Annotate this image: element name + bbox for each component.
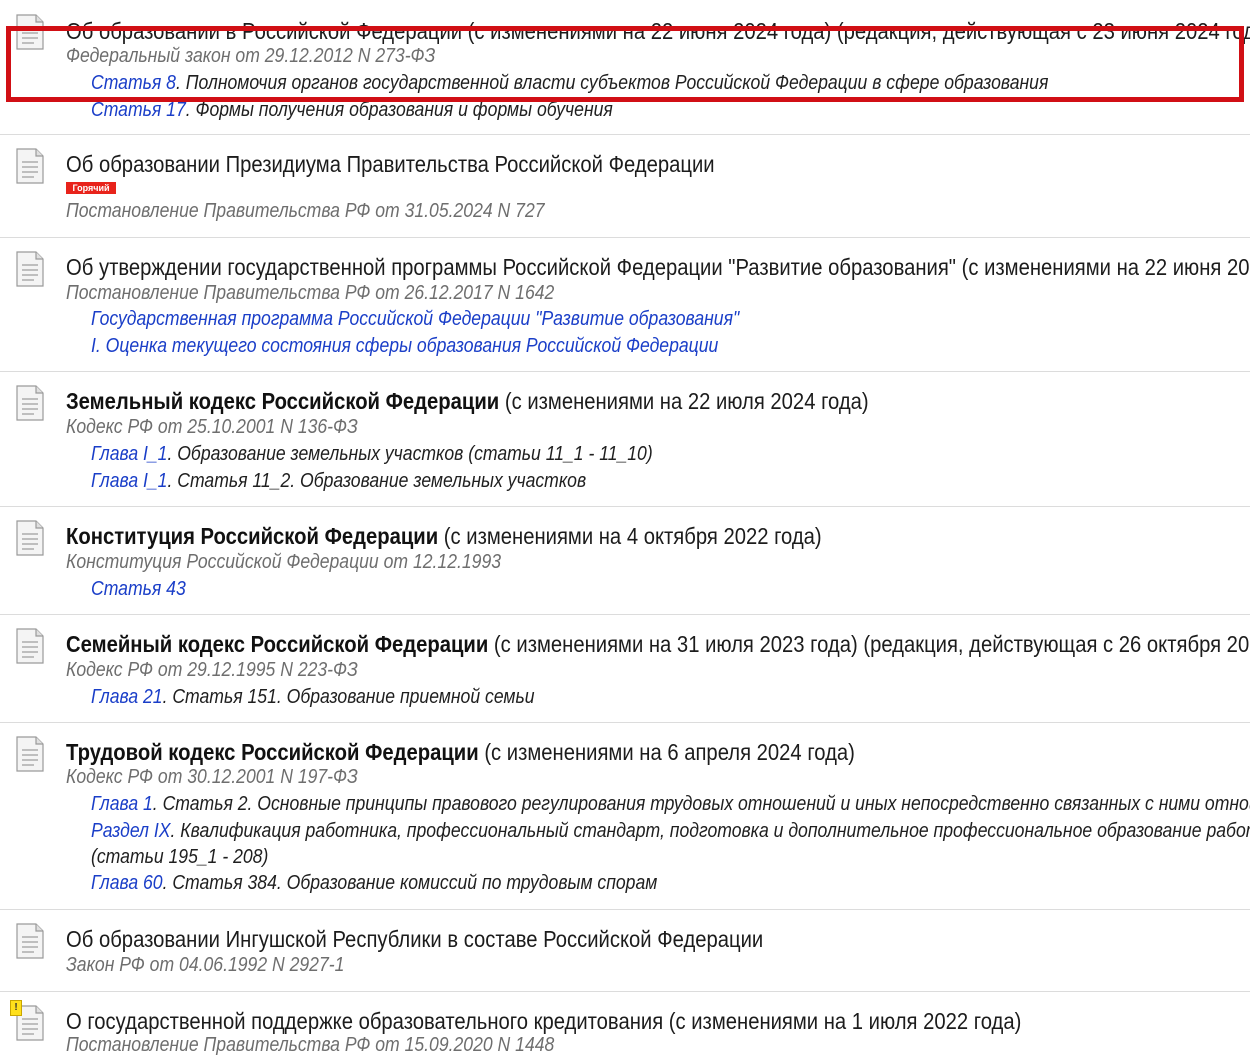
result-title-link[interactable]: Земельный кодекс Российской Федерации (с… — [66, 388, 869, 414]
result-divider — [0, 506, 1250, 507]
warning-icon: ! — [10, 1000, 22, 1016]
result-divider — [0, 134, 1250, 135]
result-snippet-link[interactable]: Глава 1. Статья 2. Основные принципы пра… — [91, 792, 1250, 816]
snippet-text: . Статья 11_2. Образование земельных уча… — [167, 470, 587, 492]
result-title-bold[interactable]: Земельный кодекс Российской Федерации — [66, 388, 499, 414]
result-snippet-link[interactable]: Статья 43 — [91, 577, 186, 601]
result-title-link[interactable]: О государственной поддержке образователь… — [66, 1008, 1021, 1034]
document-icon — [16, 385, 44, 421]
result-snippet-continuation: (статьи 195_1 - 208) — [91, 846, 269, 868]
document-icon — [16, 628, 44, 664]
snippet-text: . Квалификация работника, профессиональн… — [170, 820, 1250, 842]
result-divider — [0, 614, 1250, 615]
result-title-rest: (с изменениями на 22 июля 2024 года) — [499, 388, 869, 414]
result-divider — [0, 909, 1250, 910]
result-subtitle: Постановление Правительства РФ от 26.12.… — [66, 282, 555, 304]
hot-badge: Горячий — [66, 182, 116, 194]
result-title-link[interactable]: Об утверждении государственной программы… — [66, 254, 1250, 280]
document-icon — [16, 251, 44, 287]
snippet-link-label[interactable]: Глава I_1 — [91, 470, 167, 492]
search-results-list: Об образовании в Российской Федерации (с… — [0, 0, 1250, 1055]
result-title-bold[interactable]: Семейный кодекс Российской Федерации — [66, 631, 488, 657]
result-snippet-link[interactable]: Глава I_1. Статья 11_2. Образование земе… — [91, 469, 586, 493]
result-title-link[interactable]: Конституция Российской Федерации (с изме… — [66, 523, 822, 549]
document-icon — [16, 736, 44, 772]
result-snippet-link[interactable]: Глава 21. Статья 151. Образование приемн… — [91, 685, 535, 709]
snippet-link-label[interactable]: Глава 1 — [91, 793, 153, 815]
result-subtitle: Кодекс РФ от 30.12.2001 N 197-ФЗ — [66, 766, 358, 788]
snippet-text: . Статья 384. Образование комиссий по тр… — [162, 872, 658, 894]
result-title-rest: (с изменениями на 4 октября 2022 года) — [438, 523, 822, 549]
result-title-rest: (с изменениями на 31 июля 2023 года) (ре… — [488, 631, 1250, 657]
snippet-link-label[interactable]: Раздел IX — [91, 820, 171, 842]
result-title-rest: (с изменениями на 6 апреля 2024 года) — [478, 739, 855, 765]
result-title-bold[interactable]: Трудовой кодекс Российской Федерации — [66, 739, 479, 765]
result-subtitle: Закон РФ от 04.06.1992 N 2927-1 — [66, 954, 345, 976]
snippet-text: . Статья 151. Образование приемной семьи — [162, 686, 535, 708]
result-snippet-link[interactable]: Раздел IX. Квалификация работника, профе… — [91, 819, 1250, 843]
result-divider — [0, 991, 1250, 992]
snippet-link-label[interactable]: Глава 21 — [91, 686, 163, 708]
result-subtitle: Кодекс РФ от 29.12.1995 N 223-ФЗ — [66, 659, 358, 681]
snippet-link-label[interactable]: Глава 60 — [91, 872, 163, 894]
result-divider — [0, 722, 1250, 723]
result-subtitle: Постановление Правительства РФ от 15.09.… — [66, 1034, 555, 1055]
result-title-bold[interactable]: Конституция Российской Федерации — [66, 523, 438, 549]
result-subtitle: Конституция Российской Федерации от 12.1… — [66, 551, 502, 573]
snippet-text: . Формы получения образования и формы об… — [185, 99, 613, 121]
snippet-link-label[interactable]: Статья 17 — [91, 99, 186, 121]
snippet-link-label[interactable]: Глава I_1 — [91, 443, 167, 465]
result-snippet-link[interactable]: I. Оценка текущего состояния сферы образ… — [91, 334, 718, 358]
snippet-text: . Статья 2. Основные принципы правового … — [152, 793, 1250, 815]
result-title-link[interactable]: Семейный кодекс Российской Федерации (с … — [66, 631, 1250, 657]
document-icon — [16, 148, 44, 184]
result-snippet-link[interactable]: Глава 60. Статья 384. Образование комисс… — [91, 871, 657, 895]
result-title-link[interactable]: Трудовой кодекс Российской Федерации (с … — [66, 739, 855, 765]
result-title-link[interactable]: Об образовании Ингушской Республики в со… — [66, 926, 763, 952]
document-icon — [16, 923, 44, 959]
snippet-text: . Образование земельных участков (статьи… — [167, 443, 653, 465]
result-subtitle: Постановление Правительства РФ от 31.05.… — [66, 200, 545, 222]
result-snippet-link[interactable]: Государственная программа Российской Фед… — [91, 307, 739, 331]
result-subtitle: Кодекс РФ от 25.10.2001 N 136-ФЗ — [66, 416, 358, 438]
highlight-frame — [6, 26, 1244, 102]
result-divider — [0, 371, 1250, 372]
result-title-link[interactable]: Об образовании Президиума Правительства … — [66, 151, 715, 177]
result-snippet-link[interactable]: Глава I_1. Образование земельных участко… — [91, 442, 653, 466]
result-divider — [0, 237, 1250, 238]
document-icon — [16, 520, 44, 556]
